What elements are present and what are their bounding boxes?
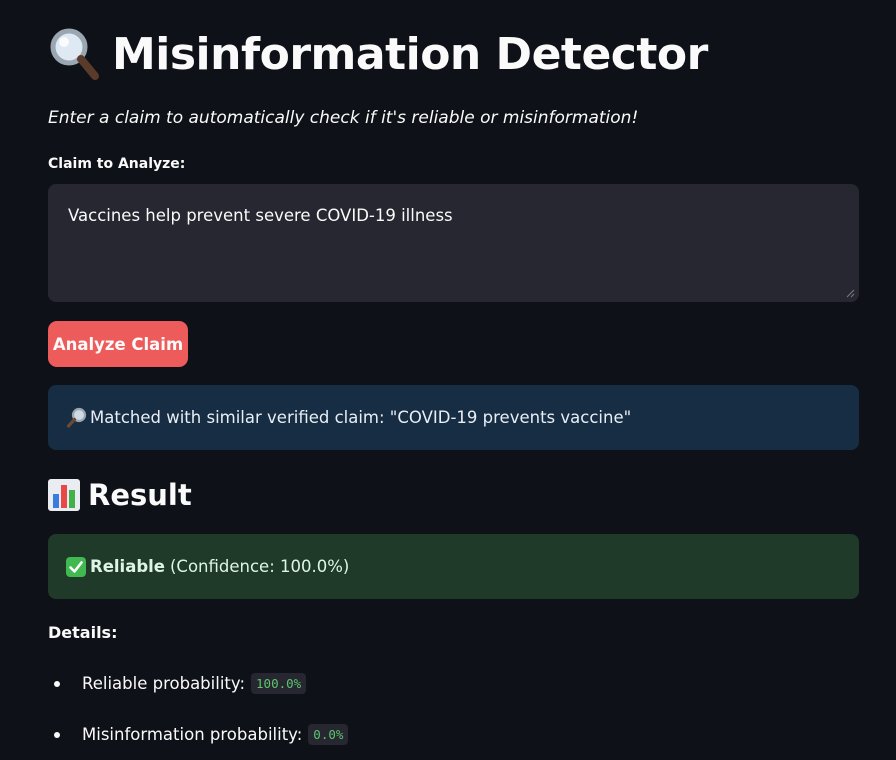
- page-title: Misinformation Detector: [48, 26, 708, 82]
- bullet-icon: [54, 731, 60, 738]
- check-mark-icon: [66, 556, 86, 577]
- detail-item-label: Misinformation probability:: [82, 725, 303, 744]
- bar-chart-icon: [48, 479, 80, 511]
- result-heading: Result: [48, 478, 192, 512]
- claim-input-label: Claim to Analyze:: [48, 156, 186, 172]
- analyze-claim-button[interactable]: Analyze Claim: [48, 321, 188, 367]
- info-alert: Matched with similar verified claim: "CO…: [48, 385, 859, 450]
- info-alert-text: Matched with similar verified claim: "CO…: [90, 408, 632, 427]
- claim-input[interactable]: Vaccines help prevent severe COVID-19 il…: [48, 184, 859, 302]
- details-label: Details:: [48, 623, 118, 642]
- magnifying-glass-right-icon: [66, 407, 87, 428]
- bullet-icon: [54, 680, 60, 687]
- resize-grip-icon[interactable]: [846, 289, 855, 298]
- claim-input-value: Vaccines help prevent severe COVID-19 il…: [68, 206, 453, 225]
- page-subtitle: Enter a claim to automatically check if …: [48, 108, 639, 128]
- detail-item-label: Reliable probability:: [82, 674, 246, 693]
- detail-item-value: 0.0%: [308, 724, 349, 745]
- detail-item-misinformation: Misinformation probability: 0.0%: [54, 724, 349, 745]
- result-heading-text: Result: [88, 478, 192, 512]
- detail-item-value: 100.0%: [251, 673, 307, 694]
- page-title-text: Misinformation Detector: [112, 28, 708, 80]
- result-success-alert: Reliable (Confidence: 100.0%): [48, 534, 859, 599]
- app-page: Misinformation Detector Enter a claim to…: [0, 0, 896, 760]
- magnifying-glass-icon: [50, 28, 99, 80]
- confidence-text: (Confidence: 100.0%): [170, 557, 350, 576]
- detail-item-reliable: Reliable probability: 100.0%: [54, 673, 307, 694]
- verdict-label: Reliable: [90, 557, 165, 576]
